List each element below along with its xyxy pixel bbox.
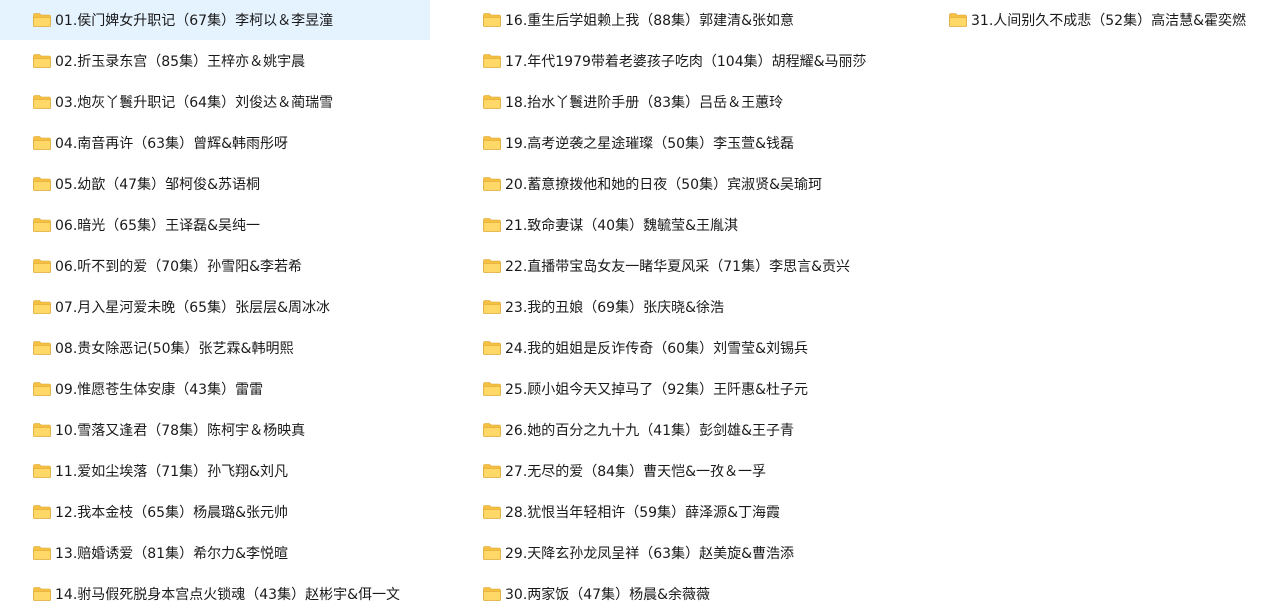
folder-name: 17.年代1979带着老婆孩子吃肉（104集）胡程耀&马丽莎 <box>505 54 867 70</box>
folder-item[interactable]: 14.驸马假死脱身本宫点火锁魂（43集）赵彬宇&佴一文 <box>0 574 430 614</box>
folder-icon <box>33 218 51 232</box>
folder-name: 02.折玉录东宫（85集）王梓亦＆姚宇晨 <box>55 54 306 70</box>
folder-name: 01.侯门婢女升职记（67集）李柯以＆李昱潼 <box>55 13 334 29</box>
folder-icon <box>33 587 51 601</box>
folder-name: 12.我本金枝（65集）杨晨璐&张元帅 <box>55 505 288 521</box>
folder-name: 03.炮灰丫鬟升职记（64集）刘俊达＆蔺瑞雪 <box>55 95 334 111</box>
folder-item[interactable]: 11.爱如尘埃落（71集）孙飞翔&刘凡 <box>0 451 430 491</box>
folder-item[interactable]: 03.炮灰丫鬟升职记（64集）刘俊达＆蔺瑞雪 <box>0 82 430 122</box>
folder-icon <box>949 13 967 27</box>
folder-name: 04.南音再许（63集）曾辉&韩雨彤呀 <box>55 136 288 152</box>
folder-name: 06.听不到的爱（70集）孙雪阳&李若希 <box>55 259 302 275</box>
folder-icon <box>483 300 501 314</box>
folder-icon <box>33 505 51 519</box>
folder-icon <box>483 259 501 273</box>
folder-name: 21.致命妻谋（40集）魏毓莹&王胤淇 <box>505 218 738 234</box>
folder-name: 30.两家饭（47集）杨晨&余薇薇 <box>505 587 710 603</box>
folder-item[interactable]: 18.抬水丫鬟进阶手册（83集）吕岳＆王蕙玲 <box>450 82 930 122</box>
folder-item[interactable]: 10.雪落又逢君（78集）陈柯宇＆杨映真 <box>0 410 430 450</box>
folder-item[interactable]: 20.蓄意撩拨他和她的日夜（50集）宾淑贤&吴瑜珂 <box>450 164 930 204</box>
folder-item[interactable]: 02.折玉录东宫（85集）王梓亦＆姚宇晨 <box>0 41 430 81</box>
folder-name: 24.我的姐姐是反诈传奇（60集）刘雪莹&刘锡兵 <box>505 341 808 357</box>
folder-name: 10.雪落又逢君（78集）陈柯宇＆杨映真 <box>55 423 306 439</box>
folder-icon <box>483 382 501 396</box>
folder-icon <box>33 136 51 150</box>
folder-item[interactable]: 30.两家饭（47集）杨晨&余薇薇 <box>450 574 930 614</box>
folder-item[interactable]: 19.高考逆袭之星途璀璨（50集）李玉萱&钱磊 <box>450 123 930 163</box>
folder-name: 29.天降玄孙龙凤呈祥（63集）赵美旋&曹浩添 <box>505 546 794 562</box>
folder-icon <box>483 218 501 232</box>
folder-item[interactable]: 31.人间别久不成悲（52集）高洁慧&霍奕燃 <box>916 0 1284 40</box>
folder-icon <box>483 546 501 560</box>
folder-name: 11.爱如尘埃落（71集）孙飞翔&刘凡 <box>55 464 288 480</box>
folder-item[interactable]: 27.无尽的爱（84集）曹天恺&一孜＆一孚 <box>450 451 930 491</box>
folder-icon <box>33 259 51 273</box>
folder-item[interactable]: 24.我的姐姐是反诈传奇（60集）刘雪莹&刘锡兵 <box>450 328 930 368</box>
folder-item[interactable]: 06.暗光（65集）王译磊&吴纯一 <box>0 205 430 245</box>
folder-item[interactable]: 08.贵女除恶记(50集）张艺霖&韩明熙 <box>0 328 430 368</box>
folder-item[interactable]: 25.顾小姐今天又掉马了（92集）王阡惠&杜子元 <box>450 369 930 409</box>
folder-name: 25.顾小姐今天又掉马了（92集）王阡惠&杜子元 <box>505 382 808 398</box>
folder-name: 08.贵女除恶记(50集）张艺霖&韩明熙 <box>55 341 294 357</box>
folder-item[interactable]: 23.我的丑娘（69集）张庆晓&徐浩 <box>450 287 930 327</box>
folder-name: 13.赔婚诱爱（81集）希尔力&李悦暄 <box>55 546 288 562</box>
folder-item[interactable]: 05.幼歆（47集）邹柯俊&苏语桐 <box>0 164 430 204</box>
folder-name: 19.高考逆袭之星途璀璨（50集）李玉萱&钱磊 <box>505 136 794 152</box>
folder-item[interactable]: 17.年代1979带着老婆孩子吃肉（104集）胡程耀&马丽莎 <box>450 41 930 81</box>
folder-icon <box>483 54 501 68</box>
folder-icon <box>33 177 51 191</box>
folder-item[interactable]: 06.听不到的爱（70集）孙雪阳&李若希 <box>0 246 430 286</box>
folder-icon <box>33 95 51 109</box>
folder-icon <box>33 382 51 396</box>
folder-name: 27.无尽的爱（84集）曹天恺&一孜＆一孚 <box>505 464 766 480</box>
folder-icon <box>483 136 501 150</box>
folder-name: 31.人间别久不成悲（52集）高洁慧&霍奕燃 <box>971 13 1246 29</box>
file-list: 01.侯门婢女升职记（67集）李柯以＆李昱潼 02.折玉录东宫（85集）王梓亦＆姚… <box>0 0 1284 616</box>
folder-item[interactable]: 16.重生后学姐赖上我（88集）郭建清&张如意 <box>450 0 930 40</box>
folder-icon <box>483 505 501 519</box>
folder-icon <box>33 546 51 560</box>
folder-name: 09.惟愿苍生体安康（43集）雷雷 <box>55 382 264 398</box>
folder-icon <box>33 464 51 478</box>
folder-icon <box>33 54 51 68</box>
folder-name: 26.她的百分之九十九（41集）彭剑雄&王子青 <box>505 423 794 439</box>
folder-icon <box>33 13 51 27</box>
folder-icon <box>33 300 51 314</box>
folder-name: 20.蓄意撩拨他和她的日夜（50集）宾淑贤&吴瑜珂 <box>505 177 822 193</box>
folder-item[interactable]: 28.犹恨当年轻相许（59集）薛泽源&丁海霞 <box>450 492 930 532</box>
folder-name: 22.直播带宝岛女友一睹华夏风采（71集）李思言&贡兴 <box>505 259 850 275</box>
folder-name: 23.我的丑娘（69集）张庆晓&徐浩 <box>505 300 724 316</box>
folder-item[interactable]: 12.我本金枝（65集）杨晨璐&张元帅 <box>0 492 430 532</box>
folder-icon <box>483 341 501 355</box>
folder-item[interactable]: 07.月入星河爱未晚（65集）张层层&周冰冰 <box>0 287 430 327</box>
folder-item[interactable]: 29.天降玄孙龙凤呈祥（63集）赵美旋&曹浩添 <box>450 533 930 573</box>
folder-item[interactable]: 22.直播带宝岛女友一睹华夏风采（71集）李思言&贡兴 <box>450 246 930 286</box>
folder-icon <box>483 587 501 601</box>
folder-item[interactable]: 21.致命妻谋（40集）魏毓莹&王胤淇 <box>450 205 930 245</box>
folder-icon <box>483 13 501 27</box>
folder-icon <box>33 423 51 437</box>
folder-icon <box>483 423 501 437</box>
folder-name: 05.幼歆（47集）邹柯俊&苏语桐 <box>55 177 260 193</box>
folder-item[interactable]: 04.南音再许（63集）曾辉&韩雨彤呀 <box>0 123 430 163</box>
folder-name: 16.重生后学姐赖上我（88集）郭建清&张如意 <box>505 13 794 29</box>
folder-icon <box>483 177 501 191</box>
folder-icon <box>33 341 51 355</box>
folder-name: 28.犹恨当年轻相许（59集）薛泽源&丁海霞 <box>505 505 780 521</box>
folder-icon <box>483 95 501 109</box>
folder-item[interactable]: 13.赔婚诱爱（81集）希尔力&李悦暄 <box>0 533 430 573</box>
folder-name: 07.月入星河爱未晚（65集）张层层&周冰冰 <box>55 300 330 316</box>
folder-item[interactable]: 01.侯门婢女升职记（67集）李柯以＆李昱潼 <box>0 0 430 40</box>
folder-name: 06.暗光（65集）王译磊&吴纯一 <box>55 218 260 234</box>
folder-name: 18.抬水丫鬟进阶手册（83集）吕岳＆王蕙玲 <box>505 95 784 111</box>
folder-name: 14.驸马假死脱身本宫点火锁魂（43集）赵彬宇&佴一文 <box>55 587 400 603</box>
folder-icon <box>483 464 501 478</box>
folder-item[interactable]: 26.她的百分之九十九（41集）彭剑雄&王子青 <box>450 410 930 450</box>
folder-item[interactable]: 09.惟愿苍生体安康（43集）雷雷 <box>0 369 430 409</box>
